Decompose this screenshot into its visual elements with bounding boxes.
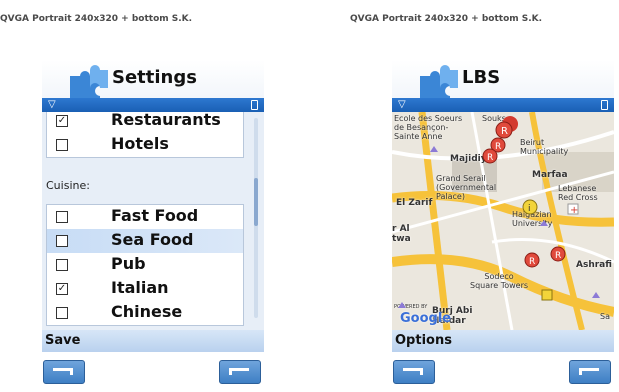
left-softkey-button[interactable] (43, 360, 85, 384)
svg-text:R: R (495, 142, 501, 152)
checkbox-checked[interactable]: ✓ (56, 115, 68, 127)
category-list: ✓ Restaurants Hotels (46, 112, 244, 158)
map-markers: R R R i + R R (398, 116, 600, 308)
svg-text:i: i (528, 204, 531, 214)
restaurant-marker: R (524, 252, 540, 268)
softkey-bar: Save (42, 330, 264, 352)
list-item-label: Fast Food (111, 206, 199, 225)
screen-title: Settings (112, 67, 197, 88)
hotel-marker (398, 146, 600, 308)
left-softkey-button[interactable] (393, 360, 435, 384)
hospital-marker: + (567, 203, 579, 216)
shop-marker (541, 289, 553, 301)
save-softkey-label[interactable]: Save (45, 333, 80, 348)
svg-text:R: R (487, 153, 493, 163)
list-item-label: Sea Food (111, 230, 194, 249)
battery-icon (601, 100, 608, 110)
right-softkey-icon (229, 368, 249, 375)
right-softkey-button[interactable] (219, 360, 261, 384)
restaurant-marker: R (550, 246, 566, 262)
right-softkey-icon (579, 368, 599, 375)
list-item[interactable]: ✓ Restaurants (47, 112, 243, 133)
restaurant-marker: R (482, 148, 498, 164)
scroll-thumb[interactable] (254, 178, 258, 226)
screen-title: LBS (462, 67, 501, 88)
list-item[interactable]: Fast Food (47, 205, 243, 229)
svg-text:R: R (555, 251, 561, 261)
left-softkey-icon (53, 368, 73, 375)
svg-text:R: R (529, 257, 535, 267)
svg-text:+: + (570, 205, 578, 216)
map-view[interactable]: Ecole des Soeurs de Besançon- Sainte Ann… (392, 112, 614, 330)
checkbox[interactable] (56, 211, 68, 223)
list-item-label: Hotels (111, 134, 169, 153)
screen-caption: QVGA Portrait 240x320 + bottom S.K. (0, 14, 193, 24)
settings-phone-screen: QVGA Portrait 240x320 + bottom S.K. Sett… (0, 0, 268, 392)
list-item-label: Pub (111, 254, 146, 273)
status-bar: ▽ (42, 98, 264, 112)
list-item[interactable]: Pub (47, 253, 243, 277)
signal-icon: ▽ (48, 99, 56, 110)
softkey-bar: Options (392, 330, 614, 352)
screen-caption: QVGA Portrait 240x320 + bottom S.K. (350, 14, 543, 24)
lbs-phone-screen: QVGA Portrait 240x320 + bottom S.K. LBS … (350, 0, 618, 392)
list-item-label: Italian (111, 278, 169, 297)
status-bar: ▽ (392, 98, 614, 112)
checkbox-checked[interactable]: ✓ (56, 283, 68, 295)
list-item[interactable]: ✓ Italian (47, 277, 243, 301)
checkbox[interactable] (56, 259, 68, 271)
battery-icon (251, 100, 258, 110)
right-softkey-button[interactable] (569, 360, 611, 384)
list-item-selected[interactable]: Sea Food (47, 229, 243, 253)
info-marker: i (522, 199, 538, 215)
checkbox[interactable] (56, 307, 68, 319)
signal-icon: ▽ (398, 99, 406, 110)
settings-header: Settings (42, 60, 264, 102)
list-item-label: Chinese (111, 302, 183, 321)
lbs-header: LBS (392, 60, 614, 102)
puzzle-icon (420, 65, 458, 102)
left-softkey-icon (403, 368, 423, 375)
cuisine-section-label: Cuisine: (46, 179, 90, 192)
checkbox[interactable] (56, 139, 68, 151)
puzzle-icon (70, 65, 108, 102)
list-item[interactable]: Chinese (47, 301, 243, 325)
options-softkey-label[interactable]: Options (395, 333, 452, 348)
checkbox[interactable] (56, 235, 68, 247)
settings-content: ✓ Restaurants Hotels Cuisine: Fast Food … (42, 112, 264, 330)
cuisine-list: Fast Food Sea Food Pub ✓ Italian Chinese (46, 204, 244, 326)
svg-text:R: R (501, 126, 508, 137)
scrollbar[interactable] (254, 118, 258, 318)
list-item-label: Restaurants (111, 112, 221, 129)
list-item[interactable]: Hotels (47, 133, 243, 157)
